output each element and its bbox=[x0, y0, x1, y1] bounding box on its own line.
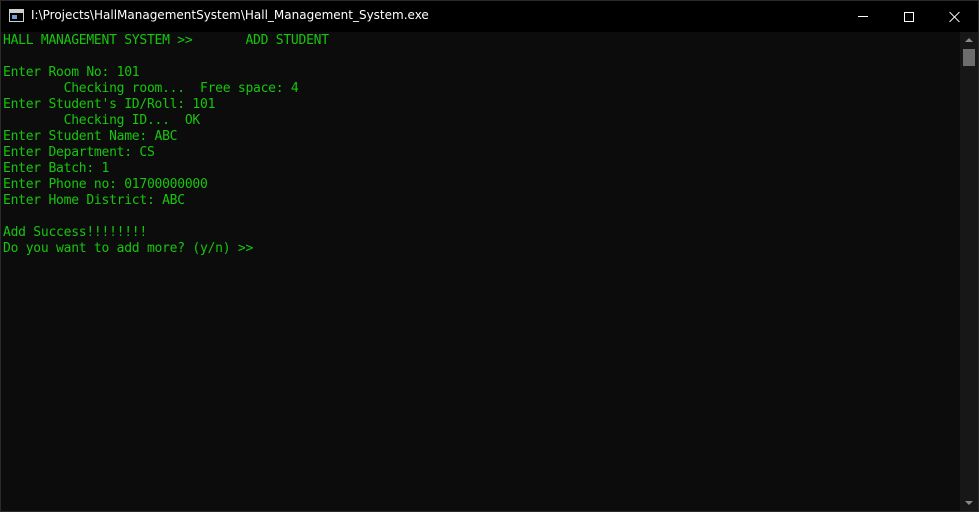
close-button[interactable] bbox=[932, 1, 978, 32]
window-title: I:\Projects\HallManagementSystem\Hall_Ma… bbox=[31, 8, 429, 22]
console-app-icon[interactable] bbox=[9, 9, 24, 22]
checking-id-line: Checking ID... OK bbox=[3, 113, 201, 128]
phone-line: Enter Phone no: 01700000000 bbox=[3, 177, 208, 192]
scroll-down-arrow-icon bbox=[965, 501, 973, 505]
console-output[interactable]: HALL MANAGEMENT SYSTEM >> ADD STUDENT En… bbox=[3, 33, 958, 511]
room-no-line: Enter Room No: 101 bbox=[3, 65, 140, 80]
title-bar[interactable]: I:\Projects\HallManagementSystem\Hall_Ma… bbox=[1, 1, 978, 32]
minimize-button[interactable] bbox=[840, 1, 886, 32]
scroll-up-button[interactable] bbox=[960, 32, 978, 48]
scroll-up-arrow-icon bbox=[965, 38, 973, 42]
close-icon bbox=[949, 11, 961, 23]
student-name-line: Enter Student Name: ABC bbox=[3, 129, 178, 144]
header-line: HALL MANAGEMENT SYSTEM >> ADD STUDENT bbox=[3, 33, 329, 48]
student-id-line: Enter Student's ID/Roll: 101 bbox=[3, 97, 216, 112]
scroll-thumb[interactable] bbox=[963, 49, 975, 66]
scroll-down-button[interactable] bbox=[960, 495, 978, 511]
maximize-icon bbox=[904, 11, 914, 22]
add-more-prompt[interactable]: Do you want to add more? (y/n) >> bbox=[3, 241, 958, 257]
home-district-line: Enter Home District: ABC bbox=[3, 193, 185, 208]
department-line: Enter Department: CS bbox=[3, 145, 155, 160]
checking-room-line: Checking room... Free space: 4 bbox=[3, 81, 299, 96]
maximize-button[interactable] bbox=[886, 1, 932, 32]
minimize-icon bbox=[858, 16, 868, 17]
vertical-scrollbar[interactable] bbox=[960, 32, 978, 511]
batch-line: Enter Batch: 1 bbox=[3, 161, 110, 176]
console-window: I:\Projects\HallManagementSystem\Hall_Ma… bbox=[0, 0, 979, 512]
success-message: Add Success!!!!!!!! bbox=[3, 225, 147, 240]
